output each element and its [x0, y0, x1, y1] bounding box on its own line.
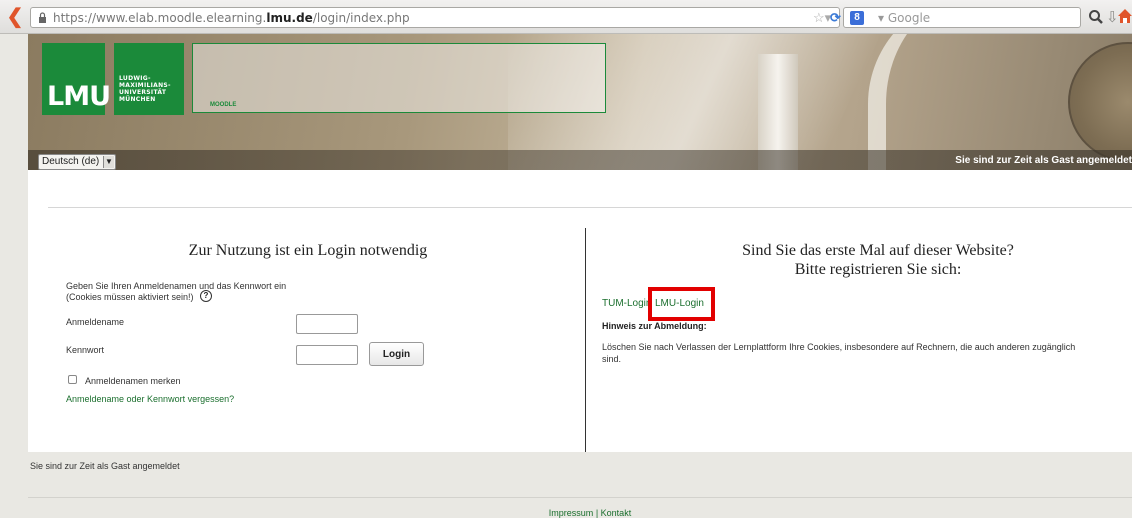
search-icon[interactable] [1088, 9, 1104, 25]
language-select-value: Deutsch (de) [42, 156, 100, 167]
footer-links: Impressum | Kontakt [0, 508, 1132, 518]
page-gutter [0, 34, 28, 518]
download-arrow-icon[interactable]: ⇩ [1106, 8, 1119, 26]
remember-username-checkbox[interactable] [68, 375, 77, 384]
lmu-logo[interactable]: LMU [42, 43, 111, 115]
login-intro-line-1: Geben Sie Ihren Anmeldenamen und das Ken… [66, 281, 287, 291]
logout-note-title: Hinweis zur Abmeldung: [602, 321, 707, 331]
username-input[interactable] [296, 314, 358, 334]
lock-icon [39, 12, 46, 23]
search-engine-icon[interactable]: 8 [850, 11, 864, 25]
help-icon[interactable]: ? [200, 290, 212, 302]
username-label: Anmeldename [66, 317, 125, 327]
remember-username-label: Anmeldenamen merken [85, 376, 181, 386]
login-button[interactable]: Login [369, 342, 424, 366]
uni-line-1: LUDWIG- [119, 75, 151, 82]
lmu-logo-text: LMU [47, 81, 111, 112]
forgot-password-link[interactable]: Anmeldename oder Kennwort vergessen? [66, 394, 234, 404]
back-arrow-icon[interactable]: ❮ [6, 7, 24, 27]
column-divider [585, 228, 586, 452]
register-heading-line-1: Sind Sie das erste Mal auf dieser Websit… [742, 242, 1014, 259]
register-heading-line-2: Bitte registrieren Sie sich: [794, 261, 962, 278]
password-input[interactable] [296, 345, 358, 365]
uni-line-4: MÜNCHEN [119, 96, 156, 103]
logout-note-text-line-2: sind. [602, 354, 622, 364]
header-guest-notice: Sie sind zur Zeit als Gast angemeldet [955, 155, 1132, 166]
kontakt-link[interactable]: Kontakt [601, 508, 632, 518]
main-content: Zur Nutzung ist ein Login notwendig Gebe… [28, 170, 1132, 452]
browser-search-box[interactable]: 8 ▾ Google [843, 7, 1081, 28]
search-placeholder: ▾ Google [878, 11, 931, 25]
tum-login-link[interactable]: TUM-Login [602, 298, 651, 309]
uni-line-2: MAXIMILIANS- [119, 82, 171, 89]
language-select[interactable]: Deutsch (de) ▼ [38, 154, 116, 170]
site-footer: Sie sind zur Zeit als Gast angemeldet Im… [0, 452, 1132, 518]
footer-guest-notice: Sie sind zur Zeit als Gast angemeldet [30, 461, 180, 471]
footer-divider [28, 497, 1132, 498]
login-heading: Zur Nutzung ist ein Login notwendig [188, 242, 428, 259]
bookmark-star-icon[interactable]: ☆▾ [813, 10, 831, 26]
university-name-logo: LUDWIG- MAXIMILIANS- UNIVERSITÄT MÜNCHEN [114, 43, 184, 115]
site-header: LMU LUDWIG- MAXIMILIANS- UNIVERSITÄT MÜN… [28, 34, 1132, 170]
home-icon[interactable] [1118, 8, 1132, 24]
login-intro-line-2: (Cookies müssen aktiviert sein!) [66, 292, 194, 302]
university-name-text: LUDWIG- MAXIMILIANS- UNIVERSITÄT MÜNCHEN [119, 75, 171, 103]
moodle-banner: MOODLE [192, 43, 606, 113]
url-text: https://www.elab.moodle.elearning.lmu.de… [53, 11, 410, 25]
password-label: Kennwort [66, 345, 105, 355]
impressum-link[interactable]: Impressum [549, 508, 594, 518]
uni-line-3: UNIVERSITÄT [119, 89, 167, 96]
content-divider-top [48, 207, 1132, 208]
reload-icon[interactable]: ⟳ [830, 10, 841, 26]
address-bar[interactable]: https://www.elab.moodle.elearning.lmu.de… [30, 7, 841, 28]
chevron-down-icon[interactable]: ▼ [103, 156, 114, 168]
logout-note-text-line-1: Löschen Sie nach Verlassen der Lernplatt… [602, 342, 1076, 352]
footer-link-separator: | [595, 508, 599, 518]
lmu-login-link[interactable]: LMU-Login [655, 298, 704, 309]
moodle-label: MOODLE [210, 102, 237, 108]
header-navbar: Deutsch (de) ▼ Sie sind zur Zeit als Gas… [28, 150, 1132, 170]
browser-toolbar: ❮ https://www.elab.moodle.elearning.lmu.… [0, 0, 1132, 34]
